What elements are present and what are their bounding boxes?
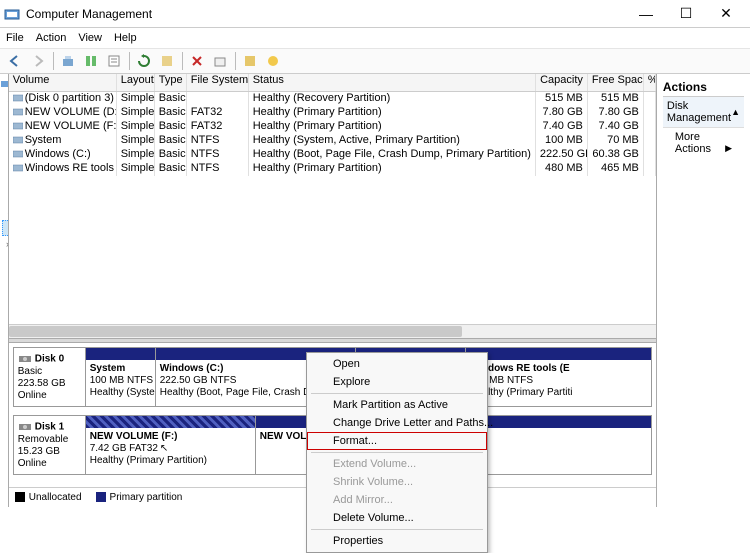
menu-item-delete-volume[interactable]: Delete Volume... — [307, 509, 487, 527]
menu-action[interactable]: Action — [36, 32, 67, 44]
tool-btn-2[interactable] — [80, 50, 102, 72]
col-freespace[interactable]: Free Space — [588, 74, 644, 91]
menu-item-add-mirror: Add Mirror... — [307, 491, 487, 509]
app-icon — [4, 6, 20, 22]
volume-row[interactable]: NEW VOLUME (D:)SimpleBasicFAT32Healthy (… — [9, 106, 656, 120]
volume-icon — [13, 93, 24, 104]
disk-label: Disk 1 — [35, 422, 64, 433]
menu-item-explore[interactable]: Explore — [307, 373, 487, 391]
minimize-button[interactable]: — — [626, 2, 666, 26]
menu-item-change-drive-letter-and-paths[interactable]: Change Drive Letter and Paths... — [307, 414, 487, 432]
window-title: Computer Management — [26, 7, 626, 21]
toolbar — [0, 48, 750, 74]
partition-bar — [466, 348, 651, 360]
partition[interactable]: NEW VOLUME (F:)7.42 GB FAT32↖Healthy (Pr… — [86, 416, 256, 474]
menu-separator — [311, 529, 483, 530]
volume-row[interactable]: (Disk 0 partition 3)SimpleBasicHealthy (… — [9, 92, 656, 106]
scrollbar-thumb[interactable] — [9, 326, 462, 337]
maximize-button[interactable]: ☐ — [666, 2, 706, 26]
col-pctfree[interactable]: % — [644, 74, 656, 91]
menu-separator — [311, 393, 483, 394]
col-volume[interactable]: Volume — [9, 74, 117, 91]
partition[interactable]: System100 MB NTFSHealthy (System — [86, 348, 156, 406]
menubar: File Action View Help — [0, 28, 750, 48]
properties-button[interactable] — [103, 50, 125, 72]
disk-icon — [18, 352, 32, 366]
volume-icon — [13, 163, 24, 174]
menu-item-shrink-volume: Shrink Volume... — [307, 473, 487, 491]
volume-list[interactable]: (Disk 0 partition 3)SimpleBasicHealthy (… — [9, 92, 656, 176]
volume-list-header[interactable]: Volume Layout Type File System Status Ca… — [9, 74, 656, 92]
actions-group[interactable]: Disk Management▲ — [663, 97, 744, 128]
menu-item-open[interactable]: Open — [307, 355, 487, 373]
help-button[interactable] — [262, 50, 284, 72]
swatch-primary — [96, 492, 106, 502]
horizontal-scrollbar[interactable] — [9, 324, 656, 338]
volume-row[interactable]: NEW VOLUME (F:)SimpleBasicFAT32Healthy (… — [9, 120, 656, 134]
volume-icon — [13, 149, 24, 160]
tool-btn-7[interactable] — [209, 50, 231, 72]
volume-icon — [13, 107, 24, 118]
forward-button[interactable] — [27, 50, 49, 72]
tool-btn-5[interactable] — [156, 50, 178, 72]
col-capacity[interactable]: Capacity — [536, 74, 588, 91]
disk-label: Disk 0 — [35, 354, 64, 365]
tool-btn-8[interactable] — [239, 50, 261, 72]
partition-bar — [86, 348, 155, 360]
legend-unallocated: Unallocated — [29, 492, 82, 503]
legend-primary: Primary partition — [110, 492, 183, 503]
menu-item-properties[interactable]: Properties — [307, 532, 487, 550]
col-filesystem[interactable]: File System — [187, 74, 249, 91]
volume-icon — [13, 121, 24, 132]
chevron-right-icon: ▶ — [725, 143, 732, 154]
context-menu[interactable]: OpenExplore Mark Partition as ActiveChang… — [306, 352, 488, 553]
titlebar: Computer Management — ☐ ✕ — [0, 0, 750, 28]
menu-file[interactable]: File — [6, 32, 24, 44]
volume-row[interactable]: SystemSimpleBasicNTFSHealthy (System, Ac… — [9, 134, 656, 148]
volume-row[interactable]: Windows RE tools (E:)SimpleBasicNTFSHeal… — [9, 162, 656, 176]
menu-view[interactable]: View — [78, 32, 102, 44]
cursor-icon: ↖ — [160, 443, 168, 454]
collapse-icon[interactable]: ▲ — [731, 107, 740, 117]
disk-icon — [18, 420, 32, 434]
volume-icon — [13, 135, 24, 146]
actions-pane: Actions Disk Management▲ More Actions▶ — [657, 74, 750, 507]
refresh-button[interactable] — [133, 50, 155, 72]
menu-separator — [311, 452, 483, 453]
col-type[interactable]: Type — [155, 74, 187, 91]
menu-item-mark-partition-as-active[interactable]: Mark Partition as Active — [307, 396, 487, 414]
up-button[interactable] — [57, 50, 79, 72]
menu-help[interactable]: Help — [114, 32, 137, 44]
menu-item-format[interactable]: Format... — [307, 432, 487, 450]
col-layout[interactable]: Layout — [117, 74, 155, 91]
navigation-tree[interactable]: Computer Management (Lo ⌄System Tools ›T… — [0, 74, 9, 507]
computer-icon — [0, 77, 9, 91]
menu-item-extend-volume: Extend Volume... — [307, 455, 487, 473]
actions-more[interactable]: More Actions▶ — [663, 128, 744, 158]
partition[interactable]: Windows RE tools (E480 MB NTFSHealthy (P… — [466, 348, 651, 406]
back-button[interactable] — [4, 50, 26, 72]
volume-row[interactable]: Windows (C:)SimpleBasicNTFSHealthy (Boot… — [9, 148, 656, 162]
actions-header: Actions — [663, 78, 744, 97]
delete-button[interactable] — [186, 50, 208, 72]
partition-bar — [86, 416, 255, 428]
close-button[interactable]: ✕ — [706, 2, 746, 26]
col-status[interactable]: Status — [249, 74, 536, 91]
swatch-unallocated — [15, 492, 25, 502]
